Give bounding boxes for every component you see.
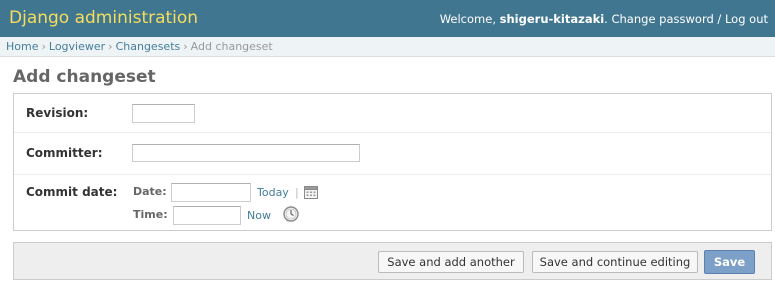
date-shortcut-divider: |: [295, 186, 299, 199]
form-row-commit-date: Commit date: Date: Today | Time: Now |: [14, 175, 771, 231]
logout-link[interactable]: Log out: [725, 12, 768, 26]
date-input[interactable]: [171, 183, 251, 202]
site-header: Django administration Welcome, shigeru-k…: [0, 0, 775, 37]
commit-date-label: Commit date:: [26, 185, 118, 199]
save-and-continue-editing-button[interactable]: Save and continue editing: [532, 251, 698, 273]
breadcrumb-changesets[interactable]: Changesets: [116, 40, 181, 53]
submit-row: Save and add another Save and continue e…: [13, 242, 772, 280]
now-link[interactable]: Now: [247, 209, 271, 222]
user-tools-divider: /: [713, 12, 725, 26]
clock-icon[interactable]: [283, 206, 299, 222]
today-link[interactable]: Today: [257, 186, 289, 199]
form-row-revision: Revision:: [14, 94, 771, 133]
page-title: Add changeset: [13, 67, 156, 87]
breadcrumb-separator: ›: [41, 40, 46, 53]
save-button[interactable]: Save: [704, 250, 755, 274]
breadcrumb-current: Add changeset: [190, 40, 273, 53]
committer-input[interactable]: [132, 144, 360, 162]
site-branding: Django administration: [9, 8, 199, 28]
welcome-text: Welcome,: [439, 12, 500, 26]
username: shigeru-kitazaki: [499, 12, 605, 26]
welcome-period: .: [604, 12, 608, 26]
time-input[interactable]: [173, 206, 241, 225]
calendar-icon[interactable]: [304, 185, 318, 199]
breadcrumb-separator: ›: [183, 40, 188, 53]
user-tools: Welcome, shigeru-kitazaki. Change passwo…: [440, 12, 768, 26]
committer-label: Committer:: [26, 146, 103, 160]
breadcrumb: Home › Logviewer › Changesets › Add changeset: [0, 37, 775, 57]
breadcrumb-separator: ›: [108, 40, 113, 53]
breadcrumb-logviewer[interactable]: Logviewer: [49, 40, 105, 53]
revision-label: Revision:: [26, 106, 89, 120]
date-sublabel: Date:: [133, 185, 167, 198]
time-sublabel: Time:: [133, 208, 168, 221]
breadcrumb-home[interactable]: Home: [6, 40, 38, 53]
save-and-add-another-button[interactable]: Save and add another: [378, 251, 524, 273]
changeset-form: Revision: Committer: Commit date: Date: …: [13, 93, 772, 231]
change-password-link[interactable]: Change password: [611, 12, 713, 26]
form-row-committer: Committer:: [14, 133, 771, 175]
revision-input[interactable]: [132, 104, 195, 123]
